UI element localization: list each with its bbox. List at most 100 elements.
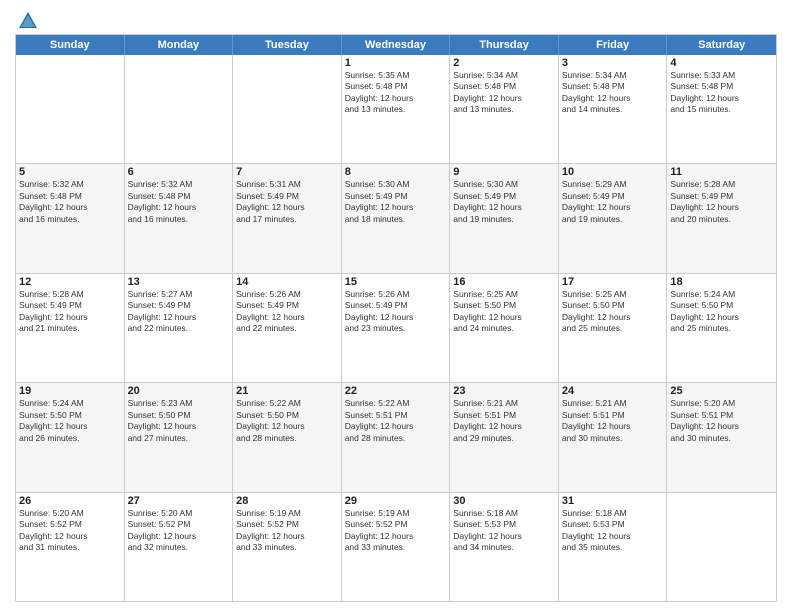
page: SundayMondayTuesdayWednesdayThursdayFrid… [0,0,792,612]
header [15,10,777,28]
cal-cell-0-6: 4Sunrise: 5:33 AM Sunset: 5:48 PM Daylig… [667,55,776,163]
cell-info: Sunrise: 5:27 AM Sunset: 5:49 PM Dayligh… [128,289,230,335]
day-number: 19 [19,385,121,397]
day-number: 21 [236,385,338,397]
calendar-row-3: 19Sunrise: 5:24 AM Sunset: 5:50 PM Dayli… [16,382,776,491]
cell-info: Sunrise: 5:26 AM Sunset: 5:49 PM Dayligh… [236,289,338,335]
day-number: 15 [345,276,447,288]
cell-info: Sunrise: 5:35 AM Sunset: 5:48 PM Dayligh… [345,70,447,116]
day-number: 6 [128,166,230,178]
cell-info: Sunrise: 5:18 AM Sunset: 5:53 PM Dayligh… [453,508,555,554]
cal-cell-1-5: 10Sunrise: 5:29 AM Sunset: 5:49 PM Dayli… [559,164,668,272]
day-number: 11 [670,166,773,178]
cal-cell-4-4: 30Sunrise: 5:18 AM Sunset: 5:53 PM Dayli… [450,493,559,601]
cal-cell-3-3: 22Sunrise: 5:22 AM Sunset: 5:51 PM Dayli… [342,383,451,491]
day-number: 22 [345,385,447,397]
day-number: 5 [19,166,121,178]
cal-cell-1-1: 6Sunrise: 5:32 AM Sunset: 5:48 PM Daylig… [125,164,234,272]
calendar-row-2: 12Sunrise: 5:28 AM Sunset: 5:49 PM Dayli… [16,273,776,382]
cell-info: Sunrise: 5:23 AM Sunset: 5:50 PM Dayligh… [128,398,230,444]
cal-cell-1-6: 11Sunrise: 5:28 AM Sunset: 5:49 PM Dayli… [667,164,776,272]
day-number: 4 [670,57,773,69]
day-number: 10 [562,166,664,178]
day-number: 14 [236,276,338,288]
cell-info: Sunrise: 5:32 AM Sunset: 5:48 PM Dayligh… [19,179,121,225]
cal-cell-2-5: 17Sunrise: 5:25 AM Sunset: 5:50 PM Dayli… [559,274,668,382]
cell-info: Sunrise: 5:21 AM Sunset: 5:51 PM Dayligh… [562,398,664,444]
calendar: SundayMondayTuesdayWednesdayThursdayFrid… [15,34,777,602]
day-number: 1 [345,57,447,69]
day-number: 9 [453,166,555,178]
cal-cell-2-6: 18Sunrise: 5:24 AM Sunset: 5:50 PM Dayli… [667,274,776,382]
weekday-header-friday: Friday [559,35,668,55]
cal-cell-3-2: 21Sunrise: 5:22 AM Sunset: 5:50 PM Dayli… [233,383,342,491]
cell-info: Sunrise: 5:24 AM Sunset: 5:50 PM Dayligh… [670,289,773,335]
logo-icon [17,10,39,32]
cal-cell-2-1: 13Sunrise: 5:27 AM Sunset: 5:49 PM Dayli… [125,274,234,382]
cell-info: Sunrise: 5:18 AM Sunset: 5:53 PM Dayligh… [562,508,664,554]
day-number: 17 [562,276,664,288]
cal-cell-0-0 [16,55,125,163]
cell-info: Sunrise: 5:20 AM Sunset: 5:51 PM Dayligh… [670,398,773,444]
day-number: 24 [562,385,664,397]
cell-info: Sunrise: 5:19 AM Sunset: 5:52 PM Dayligh… [236,508,338,554]
cell-info: Sunrise: 5:34 AM Sunset: 5:48 PM Dayligh… [562,70,664,116]
logo [15,10,39,28]
cal-cell-2-2: 14Sunrise: 5:26 AM Sunset: 5:49 PM Dayli… [233,274,342,382]
day-number: 16 [453,276,555,288]
cell-info: Sunrise: 5:34 AM Sunset: 5:48 PM Dayligh… [453,70,555,116]
calendar-header: SundayMondayTuesdayWednesdayThursdayFrid… [16,35,776,55]
day-number: 25 [670,385,773,397]
cal-cell-4-6 [667,493,776,601]
calendar-body: 1Sunrise: 5:35 AM Sunset: 5:48 PM Daylig… [16,55,776,601]
cal-cell-1-2: 7Sunrise: 5:31 AM Sunset: 5:49 PM Daylig… [233,164,342,272]
calendar-row-0: 1Sunrise: 5:35 AM Sunset: 5:48 PM Daylig… [16,55,776,163]
weekday-header-saturday: Saturday [667,35,776,55]
cell-info: Sunrise: 5:26 AM Sunset: 5:49 PM Dayligh… [345,289,447,335]
cell-info: Sunrise: 5:21 AM Sunset: 5:51 PM Dayligh… [453,398,555,444]
cell-info: Sunrise: 5:29 AM Sunset: 5:49 PM Dayligh… [562,179,664,225]
day-number: 7 [236,166,338,178]
cal-cell-0-5: 3Sunrise: 5:34 AM Sunset: 5:48 PM Daylig… [559,55,668,163]
cell-info: Sunrise: 5:22 AM Sunset: 5:51 PM Dayligh… [345,398,447,444]
cal-cell-3-5: 24Sunrise: 5:21 AM Sunset: 5:51 PM Dayli… [559,383,668,491]
day-number: 27 [128,495,230,507]
cell-info: Sunrise: 5:19 AM Sunset: 5:52 PM Dayligh… [345,508,447,554]
cal-cell-1-0: 5Sunrise: 5:32 AM Sunset: 5:48 PM Daylig… [16,164,125,272]
day-number: 31 [562,495,664,507]
cal-cell-1-4: 9Sunrise: 5:30 AM Sunset: 5:49 PM Daylig… [450,164,559,272]
cal-cell-3-6: 25Sunrise: 5:20 AM Sunset: 5:51 PM Dayli… [667,383,776,491]
day-number: 30 [453,495,555,507]
cal-cell-0-2 [233,55,342,163]
cell-info: Sunrise: 5:30 AM Sunset: 5:49 PM Dayligh… [453,179,555,225]
day-number: 23 [453,385,555,397]
cal-cell-2-3: 15Sunrise: 5:26 AM Sunset: 5:49 PM Dayli… [342,274,451,382]
calendar-row-4: 26Sunrise: 5:20 AM Sunset: 5:52 PM Dayli… [16,492,776,601]
cal-cell-0-4: 2Sunrise: 5:34 AM Sunset: 5:48 PM Daylig… [450,55,559,163]
cell-info: Sunrise: 5:24 AM Sunset: 5:50 PM Dayligh… [19,398,121,444]
weekday-header-wednesday: Wednesday [342,35,451,55]
cal-cell-4-2: 28Sunrise: 5:19 AM Sunset: 5:52 PM Dayli… [233,493,342,601]
day-number: 3 [562,57,664,69]
weekday-header-monday: Monday [125,35,234,55]
cal-cell-3-0: 19Sunrise: 5:24 AM Sunset: 5:50 PM Dayli… [16,383,125,491]
cell-info: Sunrise: 5:28 AM Sunset: 5:49 PM Dayligh… [670,179,773,225]
weekday-header-sunday: Sunday [16,35,125,55]
cell-info: Sunrise: 5:28 AM Sunset: 5:49 PM Dayligh… [19,289,121,335]
cal-cell-4-0: 26Sunrise: 5:20 AM Sunset: 5:52 PM Dayli… [16,493,125,601]
day-number: 18 [670,276,773,288]
day-number: 8 [345,166,447,178]
cal-cell-3-1: 20Sunrise: 5:23 AM Sunset: 5:50 PM Dayli… [125,383,234,491]
day-number: 2 [453,57,555,69]
cell-info: Sunrise: 5:22 AM Sunset: 5:50 PM Dayligh… [236,398,338,444]
cell-info: Sunrise: 5:33 AM Sunset: 5:48 PM Dayligh… [670,70,773,116]
cal-cell-4-5: 31Sunrise: 5:18 AM Sunset: 5:53 PM Dayli… [559,493,668,601]
calendar-row-1: 5Sunrise: 5:32 AM Sunset: 5:48 PM Daylig… [16,163,776,272]
cell-info: Sunrise: 5:30 AM Sunset: 5:49 PM Dayligh… [345,179,447,225]
cal-cell-4-3: 29Sunrise: 5:19 AM Sunset: 5:52 PM Dayli… [342,493,451,601]
weekday-header-thursday: Thursday [450,35,559,55]
cal-cell-0-3: 1Sunrise: 5:35 AM Sunset: 5:48 PM Daylig… [342,55,451,163]
day-number: 29 [345,495,447,507]
cell-info: Sunrise: 5:25 AM Sunset: 5:50 PM Dayligh… [562,289,664,335]
cell-info: Sunrise: 5:20 AM Sunset: 5:52 PM Dayligh… [19,508,121,554]
